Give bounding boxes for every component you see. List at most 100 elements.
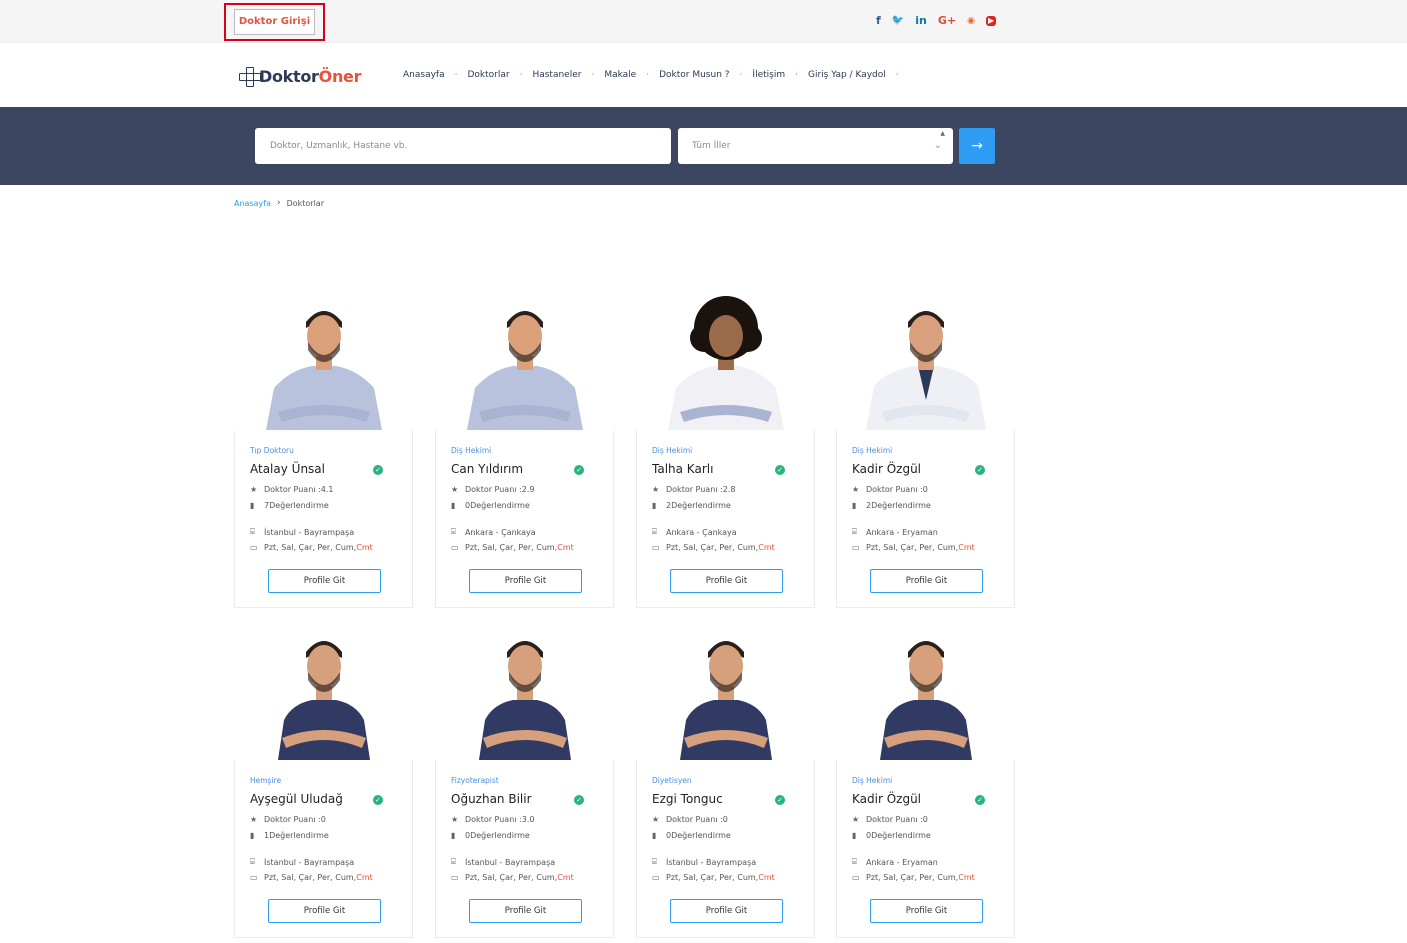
- profile-button[interactable]: Profile Git: [670, 569, 783, 593]
- nav-item-4[interactable]: Makale: [604, 70, 636, 80]
- doctor-specialty[interactable]: Fizyoterapist: [451, 776, 499, 785]
- city-select[interactable]: Tüm İller ▲ ⌄: [678, 128, 953, 164]
- search-input[interactable]: Doktor, Uzmanlık, Hastane vb.: [255, 128, 671, 164]
- doctor-login-button[interactable]: Doktor Girişi: [234, 9, 315, 35]
- doctor-photo[interactable]: [836, 620, 1015, 760]
- score-label: Doktor Puanı :: [866, 815, 923, 824]
- days-highlight: Cmt: [958, 873, 975, 882]
- hospital-icon: ⌸: [852, 857, 857, 866]
- google-plus-icon[interactable]: G+: [938, 14, 956, 28]
- doctor-specialty[interactable]: Diyetisyen: [652, 776, 692, 785]
- doctor-login-highlight: Doktor Girişi: [224, 3, 325, 41]
- days-highlight: Cmt: [356, 873, 373, 882]
- reviews-label: Değerlendirme: [671, 831, 731, 840]
- doctor-score: ★ Doktor Puanı : 0: [852, 485, 928, 494]
- doctor-photo[interactable]: [636, 620, 815, 760]
- doctor-specialty[interactable]: Diş Hekimi: [852, 776, 892, 785]
- hospital-icon: ⌸: [852, 527, 857, 536]
- nav-item-1[interactable]: Anasayfa: [403, 70, 445, 80]
- calendar-icon: ▭: [852, 543, 860, 552]
- nav-item-5[interactable]: Doktor Musun ?: [659, 70, 729, 80]
- doctor-specialty[interactable]: Diş Hekimi: [451, 446, 491, 455]
- twitter-icon[interactable]: 🐦: [892, 14, 904, 28]
- doctor-name[interactable]: Atalay Ünsal: [250, 462, 325, 476]
- nav-separator-dot: ·: [519, 70, 523, 80]
- doctor-name[interactable]: Oğuzhan Bilir: [451, 792, 532, 806]
- search-submit-button[interactable]: →: [959, 128, 995, 164]
- doctor-name[interactable]: Kadir Özgül: [852, 462, 921, 476]
- nav-item-2[interactable]: Doktorlar: [467, 70, 509, 80]
- star-icon: ★: [451, 485, 459, 494]
- star-icon: ★: [652, 485, 660, 494]
- doctor-photo[interactable]: [435, 290, 614, 430]
- chevron-right-icon: ›: [276, 198, 281, 208]
- doctor-days: ▭ Pzt, Sal, Çar, Per, Cum, Cmt: [451, 543, 574, 552]
- score-value: 0: [922, 815, 928, 824]
- doctor-card: Diş Hekimi Talha Karlı ✓ ★ Doktor Puanı : 2.…: [636, 290, 815, 608]
- medical-cross-icon: [237, 66, 261, 87]
- days-text: Pzt, Sal, Çar, Per, Cum,: [866, 873, 959, 882]
- doctor-score: ★ Doktor Puanı : 2.8: [652, 485, 735, 494]
- calendar-icon: ▭: [250, 543, 258, 552]
- nav-separator-dot: ·: [739, 70, 743, 80]
- nav-separator-dot: ·: [454, 70, 458, 80]
- clipboard-icon: ▮: [852, 501, 857, 510]
- hospital-icon: ⌸: [451, 527, 456, 536]
- doctor-reviews: ▮ 0 Değerlendirme: [852, 831, 931, 840]
- doctor-days: ▭ Pzt, Sal, Çar, Per, Cum, Cmt: [451, 873, 574, 882]
- profile-button[interactable]: Profile Git: [670, 899, 783, 923]
- reviews-label: Değerlendirme: [269, 501, 329, 510]
- nav-separator-dot: ·: [895, 70, 899, 80]
- doctor-card: Diş Hekimi Can Yıldırım ✓ ★ Doktor Puanı : 2…: [435, 290, 614, 608]
- score-label: Doktor Puanı :: [666, 485, 723, 494]
- location-text: Ankara - Eryaman: [866, 857, 938, 867]
- social-links: f 🐦 in G+ ◉ ▶: [876, 14, 997, 28]
- doctor-specialty[interactable]: Tıp Doktoru: [250, 446, 294, 455]
- nav-item-6[interactable]: İletişim: [752, 70, 785, 80]
- doctor-photo[interactable]: [234, 620, 413, 760]
- profile-button[interactable]: Profile Git: [469, 569, 582, 593]
- doctor-photo[interactable]: [836, 290, 1015, 430]
- rss-icon[interactable]: ◉: [967, 14, 975, 28]
- doctor-days: ▭ Pzt, Sal, Çar, Per, Cum, Cmt: [852, 543, 975, 552]
- location-text: Ankara - Çankaya: [666, 527, 737, 537]
- doctor-name[interactable]: Ezgi Tonguc: [652, 792, 723, 806]
- doctor-photo[interactable]: [636, 290, 815, 430]
- linkedin-icon[interactable]: in: [915, 14, 927, 28]
- doctor-photo[interactable]: [435, 620, 614, 760]
- hospital-icon: ⌸: [250, 527, 255, 536]
- star-icon: ★: [250, 815, 258, 824]
- calendar-icon: ▭: [250, 873, 258, 882]
- days-text: Pzt, Sal, Çar, Per, Cum,: [264, 873, 357, 882]
- profile-button[interactable]: Profile Git: [469, 899, 582, 923]
- doctor-name[interactable]: Kadir Özgül: [852, 792, 921, 806]
- breadcrumb-home-link[interactable]: Anasayfa: [234, 199, 271, 208]
- doctor-card-body: Diyetisyen Ezgi Tonguc ✓ ★ Doktor Puanı : 0 ▮…: [636, 760, 815, 938]
- site-logo[interactable]: Doktor Öner: [237, 64, 361, 88]
- doctor-photo[interactable]: [234, 290, 413, 430]
- location-text: İstanbul - Bayrampaşa: [264, 857, 355, 867]
- profile-button[interactable]: Profile Git: [268, 569, 381, 593]
- profile-button[interactable]: Profile Git: [870, 569, 983, 593]
- doctor-name[interactable]: Talha Karlı: [652, 462, 713, 476]
- city-select-value: Tüm İller: [692, 141, 731, 151]
- profile-button[interactable]: Profile Git: [268, 899, 381, 923]
- location-text: Ankara - Eryaman: [866, 527, 938, 537]
- nav-item-3[interactable]: Hastaneler: [532, 70, 581, 80]
- clipboard-icon: ▮: [652, 831, 657, 840]
- logo-text-part2: Öner: [318, 66, 362, 86]
- location-text: İstanbul - Bayrampaşa: [264, 527, 355, 537]
- clipboard-icon: ▮: [250, 501, 255, 510]
- doctor-name[interactable]: Can Yıldırım: [451, 462, 523, 476]
- doctor-specialty[interactable]: Diş Hekimi: [852, 446, 892, 455]
- doctor-location: ⌸ Ankara - Çankaya: [451, 527, 536, 537]
- doctor-name[interactable]: Ayşegül Uludağ: [250, 792, 343, 806]
- doctor-specialty[interactable]: Hemşire: [250, 776, 281, 785]
- arrow-right-icon: →: [971, 138, 983, 154]
- youtube-icon[interactable]: ▶: [985, 16, 997, 26]
- doctor-specialty[interactable]: Diş Hekimi: [652, 446, 692, 455]
- doctor-score: ★ Doktor Puanı : 3.0: [451, 815, 534, 824]
- profile-button[interactable]: Profile Git: [870, 899, 983, 923]
- nav-item-7[interactable]: Giriş Yap / Kaydol: [808, 70, 886, 80]
- facebook-icon[interactable]: f: [876, 14, 881, 28]
